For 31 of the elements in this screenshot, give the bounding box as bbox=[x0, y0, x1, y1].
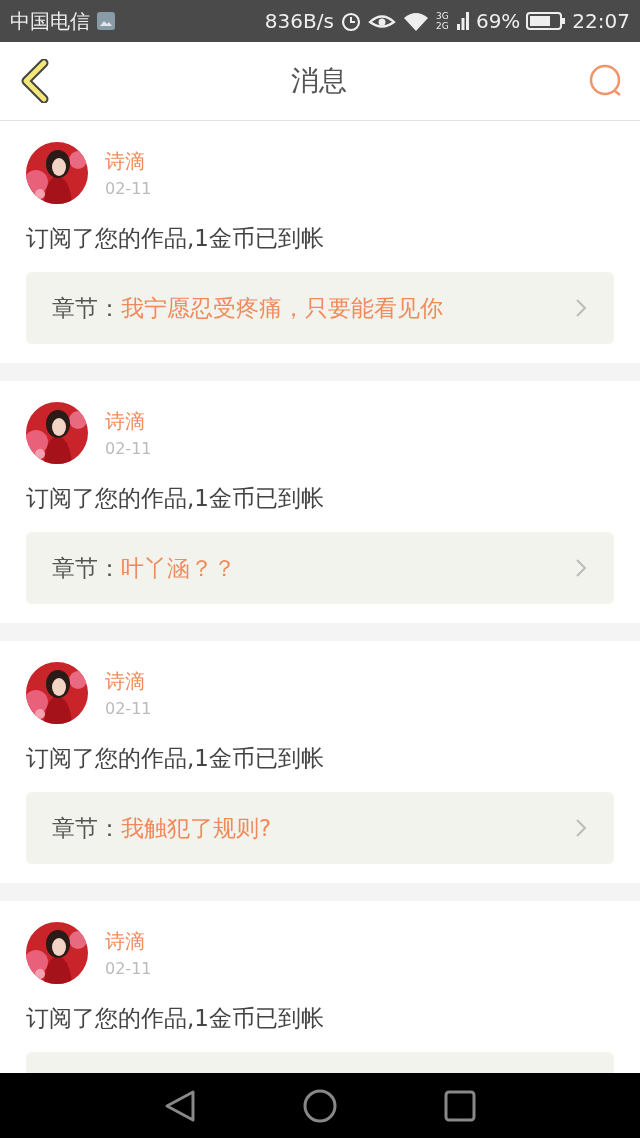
carrier-name: 中国电信 bbox=[10, 7, 90, 35]
signal-label: 3G 2G bbox=[435, 11, 450, 31]
chevron-right-icon bbox=[574, 557, 588, 579]
chapter-link[interactable]: 章节：我触犯了规则? bbox=[26, 792, 614, 864]
alarm-icon bbox=[339, 10, 362, 32]
clock-time: 22:07 bbox=[572, 9, 630, 33]
chapter-link[interactable]: 章节：我宁愿忍受疼痛，只要能看见你 bbox=[26, 272, 614, 344]
message-text: 订阅了您的作品,1金币已到帐 bbox=[26, 224, 325, 253]
home-nav-icon[interactable] bbox=[302, 1087, 338, 1124]
network-speed: 836B/s bbox=[264, 9, 334, 33]
message-date: 02-11 bbox=[105, 959, 152, 978]
message-text: 订阅了您的作品,1金币已到帐 bbox=[26, 744, 325, 773]
chevron-right-icon bbox=[574, 297, 588, 319]
wifi-icon bbox=[401, 10, 430, 32]
chevron-right-icon bbox=[574, 817, 588, 839]
recents-nav-icon[interactable] bbox=[443, 1088, 477, 1123]
message-text: 订阅了您的作品,1金币已到帐 bbox=[26, 1004, 325, 1033]
battery-percent: 69% bbox=[475, 9, 521, 33]
user-name[interactable]: 诗滴 bbox=[105, 928, 152, 955]
message-date: 02-11 bbox=[105, 179, 152, 198]
signal-icon bbox=[455, 10, 470, 32]
message-date: 02-11 bbox=[105, 699, 152, 718]
user-name[interactable]: 诗滴 bbox=[105, 148, 152, 175]
user-name[interactable]: 诗滴 bbox=[105, 408, 152, 435]
message-date: 02-11 bbox=[105, 439, 152, 458]
user-name[interactable]: 诗滴 bbox=[105, 668, 152, 695]
battery-icon bbox=[526, 11, 567, 31]
chapter-link[interactable]: 章节：叶丫涵？？ bbox=[26, 532, 614, 604]
page-title: 消息 bbox=[291, 63, 347, 99]
image-icon bbox=[96, 11, 116, 31]
message-text: 订阅了您的作品,1金币已到帐 bbox=[26, 484, 325, 513]
